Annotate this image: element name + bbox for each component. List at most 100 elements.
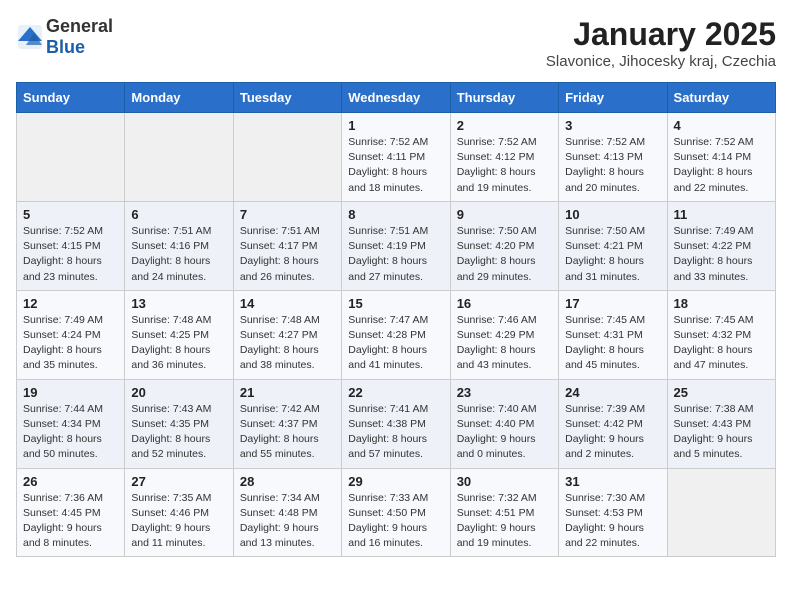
day-number: 28 bbox=[240, 474, 335, 489]
calendar-cell bbox=[17, 113, 125, 202]
calendar-cell: 16Sunrise: 7:46 AM Sunset: 4:29 PM Dayli… bbox=[450, 290, 558, 379]
calendar-cell: 10 Sunrise: 7:50 AM Sunset: 4:21 PM Dayli… bbox=[559, 201, 667, 290]
day-number: 11 bbox=[674, 207, 769, 222]
day-info: Sunrise: 7:49 AM Sunset: 4:22 PM Dayligh… bbox=[674, 224, 769, 285]
day-number: 17 bbox=[565, 296, 660, 311]
calendar-cell bbox=[233, 113, 341, 202]
calendar-cell: 23 Sunrise: 7:40 AM Sunset: 4:40 PM Dayli… bbox=[450, 379, 558, 468]
day-number: 30 bbox=[457, 474, 552, 489]
day-number: 27 bbox=[131, 474, 226, 489]
day-number: 25 bbox=[674, 385, 769, 400]
week-row-4: 19 Sunrise: 7:44 AM Sunset: 4:34 PM Dayli… bbox=[17, 379, 776, 468]
day-number: 31 bbox=[565, 474, 660, 489]
weekday-header-thursday: Thursday bbox=[450, 83, 558, 113]
day-info: Sunrise: 7:44 AM Sunset: 4:34 PM Dayligh… bbox=[23, 402, 118, 463]
day-info: Sunrise: 7:52 AM Sunset: 4:14 PM Dayligh… bbox=[674, 135, 769, 196]
calendar-cell: 20Sunrise: 7:43 AM Sunset: 4:35 PM Dayli… bbox=[125, 379, 233, 468]
logo-blue: Blue bbox=[46, 37, 85, 57]
calendar-cell: 30Sunrise: 7:32 AM Sunset: 4:51 PM Dayli… bbox=[450, 468, 558, 557]
day-info: Sunrise: 7:50 AM Sunset: 4:21 PM Dayligh… bbox=[565, 224, 660, 285]
calendar-cell: 19 Sunrise: 7:44 AM Sunset: 4:34 PM Dayli… bbox=[17, 379, 125, 468]
day-info: Sunrise: 7:30 AM Sunset: 4:53 PM Dayligh… bbox=[565, 491, 660, 552]
day-number: 16 bbox=[457, 296, 552, 311]
calendar-cell: 15Sunrise: 7:47 AM Sunset: 4:28 PM Dayli… bbox=[342, 290, 450, 379]
calendar-cell: 2 Sunrise: 7:52 AM Sunset: 4:12 PM Daylig… bbox=[450, 113, 558, 202]
calendar-cell: 3 Sunrise: 7:52 AM Sunset: 4:13 PM Daylig… bbox=[559, 113, 667, 202]
day-number: 23 bbox=[457, 385, 552, 400]
calendar-cell bbox=[667, 468, 775, 557]
day-number: 18 bbox=[674, 296, 769, 311]
calendar-cell: 17 Sunrise: 7:45 AM Sunset: 4:31 PM Dayli… bbox=[559, 290, 667, 379]
calendar-cell: 25Sunrise: 7:38 AM Sunset: 4:43 PM Dayli… bbox=[667, 379, 775, 468]
location-subtitle: Slavonice, Jihocesky kraj, Czechia bbox=[546, 53, 776, 70]
day-info: Sunrise: 7:51 AM Sunset: 4:17 PM Dayligh… bbox=[240, 224, 335, 285]
calendar-cell: 8 Sunrise: 7:51 AM Sunset: 4:19 PM Daylig… bbox=[342, 201, 450, 290]
day-info: Sunrise: 7:52 AM Sunset: 4:13 PM Dayligh… bbox=[565, 135, 660, 196]
calendar-cell: 11 Sunrise: 7:49 AM Sunset: 4:22 PM Dayli… bbox=[667, 201, 775, 290]
day-info: Sunrise: 7:50 AM Sunset: 4:20 PM Dayligh… bbox=[457, 224, 552, 285]
day-number: 4 bbox=[674, 118, 769, 133]
day-info: Sunrise: 7:51 AM Sunset: 4:19 PM Dayligh… bbox=[348, 224, 443, 285]
day-info: Sunrise: 7:39 AM Sunset: 4:42 PM Dayligh… bbox=[565, 402, 660, 463]
calendar-cell: 12Sunrise: 7:49 AM Sunset: 4:24 PM Dayli… bbox=[17, 290, 125, 379]
calendar-cell: 27Sunrise: 7:35 AM Sunset: 4:46 PM Dayli… bbox=[125, 468, 233, 557]
day-number: 15 bbox=[348, 296, 443, 311]
calendar-cell bbox=[125, 113, 233, 202]
day-info: Sunrise: 7:45 AM Sunset: 4:31 PM Dayligh… bbox=[565, 313, 660, 374]
day-info: Sunrise: 7:52 AM Sunset: 4:12 PM Dayligh… bbox=[457, 135, 552, 196]
title-block: January 2025 Slavonice, Jihocesky kraj, … bbox=[546, 16, 776, 70]
day-info: Sunrise: 7:48 AM Sunset: 4:27 PM Dayligh… bbox=[240, 313, 335, 374]
weekday-header-saturday: Saturday bbox=[667, 83, 775, 113]
day-info: Sunrise: 7:33 AM Sunset: 4:50 PM Dayligh… bbox=[348, 491, 443, 552]
calendar-cell: 7 Sunrise: 7:51 AM Sunset: 4:17 PM Daylig… bbox=[233, 201, 341, 290]
day-number: 3 bbox=[565, 118, 660, 133]
calendar-cell: 14 Sunrise: 7:48 AM Sunset: 4:27 PM Dayli… bbox=[233, 290, 341, 379]
week-row-2: 5Sunrise: 7:52 AM Sunset: 4:15 PM Daylig… bbox=[17, 201, 776, 290]
day-number: 1 bbox=[348, 118, 443, 133]
calendar-cell: 5Sunrise: 7:52 AM Sunset: 4:15 PM Daylig… bbox=[17, 201, 125, 290]
week-row-5: 26 Sunrise: 7:36 AM Sunset: 4:45 PM Dayli… bbox=[17, 468, 776, 557]
week-row-3: 12Sunrise: 7:49 AM Sunset: 4:24 PM Dayli… bbox=[17, 290, 776, 379]
calendar-cell: 26 Sunrise: 7:36 AM Sunset: 4:45 PM Dayli… bbox=[17, 468, 125, 557]
day-info: Sunrise: 7:51 AM Sunset: 4:16 PM Dayligh… bbox=[131, 224, 226, 285]
day-number: 22 bbox=[348, 385, 443, 400]
weekday-header-tuesday: Tuesday bbox=[233, 83, 341, 113]
day-number: 19 bbox=[23, 385, 118, 400]
day-number: 9 bbox=[457, 207, 552, 222]
page-header: General Blue January 2025 Slavonice, Jih… bbox=[16, 16, 776, 70]
day-number: 14 bbox=[240, 296, 335, 311]
calendar-cell: 1 Sunrise: 7:52 AM Sunset: 4:11 PM Daylig… bbox=[342, 113, 450, 202]
day-number: 2 bbox=[457, 118, 552, 133]
weekday-header-sunday: Sunday bbox=[17, 83, 125, 113]
logo-general: General bbox=[46, 16, 113, 36]
day-info: Sunrise: 7:42 AM Sunset: 4:37 PM Dayligh… bbox=[240, 402, 335, 463]
day-info: Sunrise: 7:52 AM Sunset: 4:15 PM Dayligh… bbox=[23, 224, 118, 285]
day-number: 29 bbox=[348, 474, 443, 489]
day-number: 8 bbox=[348, 207, 443, 222]
day-number: 6 bbox=[131, 207, 226, 222]
logo-icon bbox=[16, 23, 44, 51]
day-number: 12 bbox=[23, 296, 118, 311]
day-number: 7 bbox=[240, 207, 335, 222]
day-number: 21 bbox=[240, 385, 335, 400]
day-info: Sunrise: 7:40 AM Sunset: 4:40 PM Dayligh… bbox=[457, 402, 552, 463]
day-info: Sunrise: 7:45 AM Sunset: 4:32 PM Dayligh… bbox=[674, 313, 769, 374]
day-info: Sunrise: 7:41 AM Sunset: 4:38 PM Dayligh… bbox=[348, 402, 443, 463]
weekday-header-wednesday: Wednesday bbox=[342, 83, 450, 113]
day-info: Sunrise: 7:52 AM Sunset: 4:11 PM Dayligh… bbox=[348, 135, 443, 196]
calendar-cell: 21 Sunrise: 7:42 AM Sunset: 4:37 PM Dayli… bbox=[233, 379, 341, 468]
weekday-header-friday: Friday bbox=[559, 83, 667, 113]
day-number: 26 bbox=[23, 474, 118, 489]
day-info: Sunrise: 7:34 AM Sunset: 4:48 PM Dayligh… bbox=[240, 491, 335, 552]
calendar-cell: 29 Sunrise: 7:33 AM Sunset: 4:50 PM Dayli… bbox=[342, 468, 450, 557]
day-info: Sunrise: 7:36 AM Sunset: 4:45 PM Dayligh… bbox=[23, 491, 118, 552]
calendar-cell: 22 Sunrise: 7:41 AM Sunset: 4:38 PM Dayli… bbox=[342, 379, 450, 468]
calendar-cell: 4 Sunrise: 7:52 AM Sunset: 4:14 PM Daylig… bbox=[667, 113, 775, 202]
weekday-header-monday: Monday bbox=[125, 83, 233, 113]
calendar-body: 1 Sunrise: 7:52 AM Sunset: 4:11 PM Daylig… bbox=[17, 113, 776, 557]
day-number: 20 bbox=[131, 385, 226, 400]
day-number: 10 bbox=[565, 207, 660, 222]
calendar-table: SundayMondayTuesdayWednesdayThursdayFrid… bbox=[16, 82, 776, 557]
calendar-cell: 6 Sunrise: 7:51 AM Sunset: 4:16 PM Daylig… bbox=[125, 201, 233, 290]
weekday-header-row: SundayMondayTuesdayWednesdayThursdayFrid… bbox=[17, 83, 776, 113]
